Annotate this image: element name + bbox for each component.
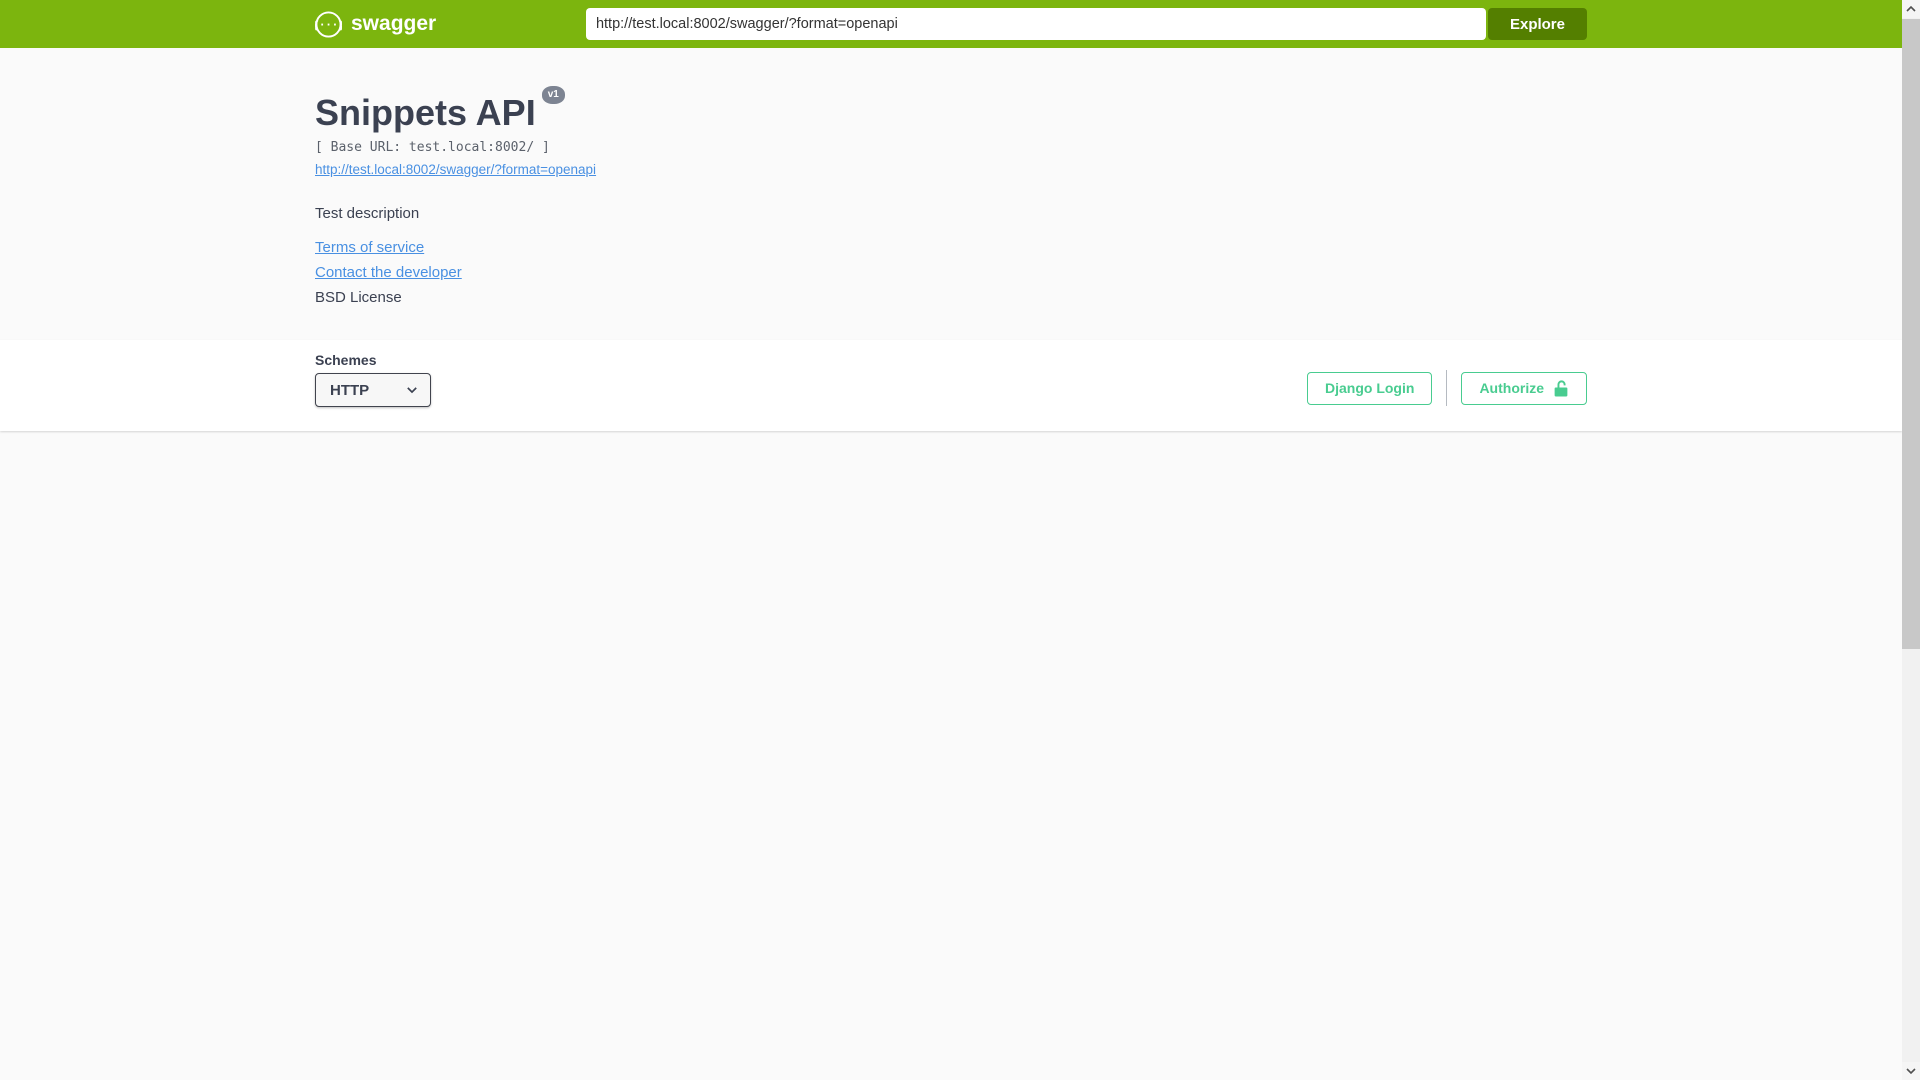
spec-url-input[interactable] [585,8,1486,40]
topbar: {···} swagger Explore [0,0,1902,48]
scheme-container: Schemes HTTP Django Login Authorize [0,340,1902,431]
auth-wrapper: Django Login Authorize [1307,370,1587,407]
scrollbar-down-button[interactable] [1902,1062,1920,1080]
unlock-icon [1554,380,1568,396]
api-description: Test description [315,205,420,222]
schemes-label: Schemes [315,352,377,368]
schemes-group: Schemes HTTP [315,352,431,407]
schemes-selected-value: HTTP [330,381,370,399]
scrollbar-thumb[interactable] [1902,19,1920,649]
brand-label: swagger [351,12,437,35]
info-section: Snippets API v1 [ Base URL: test.local:80… [0,48,1902,340]
django-login-button[interactable]: Django Login [1307,371,1433,405]
svg-text:{···}: {···} [315,19,342,31]
authorize-label: Authorize [1479,380,1544,396]
api-title-text: Snippets API [315,92,536,133]
vertical-scrollbar[interactable] [1902,0,1920,1080]
chevron-down-icon [407,387,417,394]
base-url: [ Base URL: test.local:8002/ ] [315,140,550,155]
schemes-select[interactable]: HTTP [315,373,431,407]
page-title: Snippets API v1 [315,86,1587,134]
download-url-wrapper: Explore [585,8,1587,40]
button-divider [1446,370,1448,406]
license-label: BSD License [315,289,402,306]
terms-of-service-link[interactable]: Terms of service [315,239,424,256]
contact-developer-link[interactable]: Contact the developer [315,264,462,281]
version-badge: v1 [541,86,565,104]
spec-link[interactable]: http://test.local:8002/swagger/?format=o… [315,162,596,177]
scroll-up-icon [1906,5,1916,12]
authorize-button[interactable]: Authorize [1461,371,1587,405]
django-login-label: Django Login [1325,380,1415,396]
swagger-logo[interactable]: {···} swagger [315,10,437,38]
scrollbar-up-button[interactable] [1902,0,1920,18]
swagger-logo-icon: {···} [315,10,342,38]
scroll-down-icon [1906,1068,1916,1075]
explore-button[interactable]: Explore [1487,8,1587,40]
